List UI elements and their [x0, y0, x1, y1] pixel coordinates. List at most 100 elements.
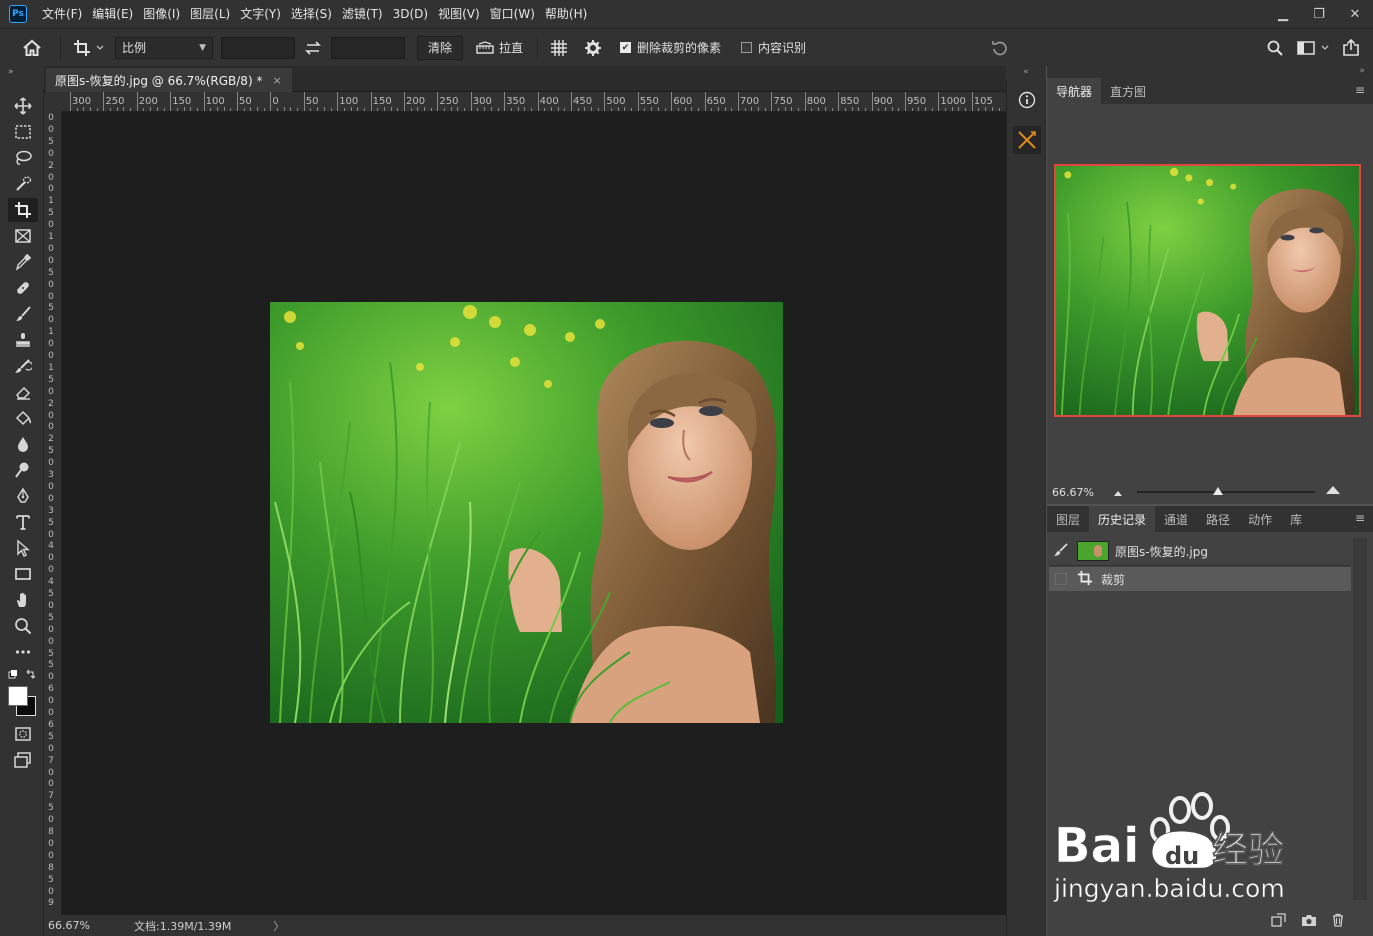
- watermark-brand: Bai: [1054, 818, 1139, 874]
- more-tools-icon[interactable]: [8, 640, 38, 664]
- status-zoom[interactable]: 66.67%: [48, 919, 120, 932]
- marquee-tool-icon[interactable]: [8, 120, 38, 144]
- tab-history[interactable]: 历史记录: [1089, 506, 1156, 532]
- new-document-from-state-icon[interactable]: [1271, 912, 1287, 930]
- gear-icon[interactable]: [578, 36, 608, 60]
- navigator-zoom-slider[interactable]: [1137, 491, 1315, 493]
- status-arrow-icon[interactable]: 〉: [273, 918, 284, 934]
- quick-selection-tool-icon[interactable]: [8, 172, 38, 196]
- right-panels-collapse-icon[interactable]: »: [1047, 66, 1373, 78]
- eraser-tool-icon[interactable]: [8, 380, 38, 404]
- type-tool-icon[interactable]: [8, 510, 38, 534]
- tab-channels[interactable]: 通道: [1155, 506, 1197, 532]
- history-brush-tool-icon[interactable]: [8, 354, 38, 378]
- restore-button[interactable]: ❐: [1301, 0, 1337, 28]
- ratio-height-input[interactable]: [331, 36, 405, 59]
- tab-paths[interactable]: 路径: [1197, 506, 1239, 532]
- menu-3d[interactable]: 3D(D): [388, 0, 433, 28]
- pen-tool-icon[interactable]: [8, 484, 38, 508]
- zoom-in-icon[interactable]: [1325, 485, 1341, 498]
- menu-window[interactable]: 窗口(W): [485, 0, 540, 28]
- straighten-label[interactable]: 拉直: [499, 39, 523, 56]
- ruler-h-minor-tick: [290, 107, 292, 111]
- ruler-v-label: 0: [48, 529, 54, 540]
- default-colors-icon[interactable]: [8, 668, 38, 682]
- content-aware-checkbox[interactable]: 内容识别: [741, 39, 806, 56]
- menu-image[interactable]: 图像(I): [138, 0, 185, 28]
- brush-tool-icon[interactable]: [8, 302, 38, 326]
- clone-stamp-tool-icon[interactable]: [8, 328, 38, 352]
- path-selection-tool-icon[interactable]: [8, 536, 38, 560]
- tab-layers[interactable]: 图层: [1047, 506, 1089, 532]
- menu-filter[interactable]: 滤镜(T): [337, 0, 388, 28]
- canvas-area[interactable]: [62, 112, 1006, 915]
- menu-file[interactable]: 文件(F): [37, 0, 87, 28]
- ruler-v-label: 0: [48, 172, 54, 183]
- zoom-out-icon[interactable]: [1113, 487, 1123, 500]
- move-tool-icon[interactable]: [8, 94, 38, 118]
- frame-tool-icon[interactable]: [8, 224, 38, 248]
- ruler-origin[interactable]: [44, 92, 62, 112]
- tab-libraries[interactable]: 库: [1281, 506, 1311, 532]
- horizontal-ruler[interactable]: 300 250 200 150 100 50 0 50 100 150 200 250 300 350 40…: [62, 92, 1006, 112]
- crop-tool-icon[interactable]: [8, 198, 38, 222]
- workspace-icon[interactable]: [1294, 37, 1334, 59]
- clear-button[interactable]: 清除: [417, 35, 464, 60]
- zoom-tool-icon[interactable]: [8, 614, 38, 638]
- eyedropper-tool-icon[interactable]: [8, 250, 38, 274]
- minimize-button[interactable]: ▁: [1265, 0, 1301, 28]
- menu-select[interactable]: 选择(S): [286, 0, 337, 28]
- ratio-width-input[interactable]: [221, 36, 295, 59]
- home-icon[interactable]: [12, 33, 52, 63]
- info-icon[interactable]: [1013, 86, 1041, 114]
- ratio-select[interactable]: 比例 ▼: [115, 36, 213, 59]
- swap-icon[interactable]: [295, 36, 331, 60]
- tab-actions[interactable]: 动作: [1239, 506, 1281, 532]
- navigator-preview[interactable]: [1054, 164, 1361, 417]
- menu-edit[interactable]: 编辑(E): [87, 0, 138, 28]
- screen-mode-icon[interactable]: [8, 748, 38, 772]
- delete-cropped-checkbox[interactable]: ✔ 删除裁剪的像素: [620, 39, 721, 56]
- history-brush-source-icon[interactable]: [1053, 542, 1077, 561]
- tool-presets-icon[interactable]: [1013, 126, 1041, 154]
- close-window-button[interactable]: ✕: [1337, 0, 1373, 28]
- document-image[interactable]: [270, 302, 783, 723]
- history-brush-slot[interactable]: [1055, 573, 1067, 585]
- panel-menu-icon[interactable]: ≡: [1355, 512, 1365, 524]
- document-tab[interactable]: 原图s-恢复的.jpg @ 66.7%(RGB/8) * ×: [46, 68, 292, 92]
- search-icon[interactable]: [1264, 37, 1286, 59]
- foreground-color-swatch[interactable]: [8, 686, 28, 706]
- toolbar-collapse-icon[interactable]: »: [0, 66, 44, 88]
- camera-icon[interactable]: [1301, 913, 1317, 930]
- navigator-zoom-value[interactable]: 66.67%: [1052, 486, 1094, 499]
- tab-navigator[interactable]: 导航器: [1047, 78, 1102, 104]
- reset-crop-icon[interactable]: [988, 37, 1010, 59]
- hand-tool-icon[interactable]: [8, 588, 38, 612]
- tab-histogram[interactable]: 直方图: [1101, 78, 1155, 104]
- healing-brush-tool-icon[interactable]: [8, 276, 38, 300]
- panel-menu-icon[interactable]: ≡: [1355, 84, 1365, 96]
- vertical-ruler[interactable]: 0050200150100500501001502002503003504004…: [44, 112, 62, 915]
- overlay-grid-icon[interactable]: [546, 36, 572, 60]
- history-snapshot[interactable]: 原图s-恢复的.jpg: [1049, 539, 1351, 563]
- share-icon[interactable]: [1340, 37, 1362, 59]
- ruler-h-minor-tick: [931, 108, 933, 111]
- history-step[interactable]: 裁剪: [1049, 567, 1351, 591]
- blur-tool-icon[interactable]: [8, 432, 38, 456]
- dock-collapse-icon[interactable]: «: [1006, 66, 1046, 80]
- menu-view[interactable]: 视图(V): [433, 0, 485, 28]
- history-scrollbar[interactable]: [1353, 538, 1367, 900]
- crop-preset-icon[interactable]: [69, 34, 111, 62]
- close-icon[interactable]: ×: [272, 74, 281, 87]
- menu-layer[interactable]: 图层(L): [185, 0, 235, 28]
- trash-icon[interactable]: [1331, 913, 1345, 930]
- menu-type[interactable]: 文字(Y): [235, 0, 286, 28]
- lasso-tool-icon[interactable]: [8, 146, 38, 170]
- menu-help[interactable]: 帮助(H): [540, 0, 592, 28]
- paint-bucket-tool-icon[interactable]: [8, 406, 38, 430]
- straighten-icon[interactable]: [471, 36, 499, 60]
- dodge-tool-icon[interactable]: [8, 458, 38, 482]
- slider-knob-icon[interactable]: [1213, 487, 1223, 495]
- rectangle-tool-icon[interactable]: [8, 562, 38, 586]
- quick-mask-icon[interactable]: [8, 722, 38, 746]
